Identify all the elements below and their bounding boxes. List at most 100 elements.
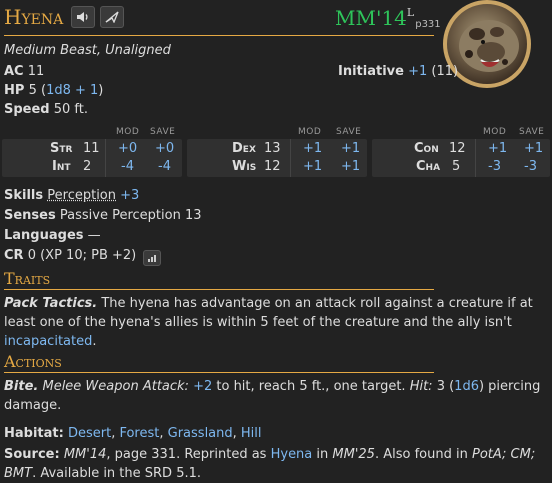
action-text: to hit, reach 5 ft., one target. [212, 379, 410, 394]
ability-score-wis: 12 [264, 159, 281, 174]
mod-header: MOD [116, 127, 140, 137]
trait-pack-tactics: Pack Tactics. The hyena has advantage on… [4, 294, 544, 351]
actions-heading: Actions [4, 352, 62, 371]
ability-name-wis: Wis [232, 159, 257, 174]
hyena-portrait-image [459, 20, 519, 72]
speed-value: 50 ft. [53, 102, 89, 117]
ability-save-wis[interactable]: +1 [341, 159, 360, 174]
ability-score-int: 2 [83, 159, 92, 174]
ability-name-dex: Dex [232, 141, 256, 156]
ability-score-str: 11 [83, 141, 100, 156]
creature-type: Medium Beast, Unaligned [4, 43, 171, 58]
damage-text: 3 ( [432, 379, 455, 394]
ability-mod-str[interactable]: +0 [118, 141, 137, 156]
initiative-score: (11) [431, 64, 459, 79]
initiative: Initiative +1 (11) [338, 64, 458, 79]
senses-value: Passive Perception 13 [59, 208, 202, 223]
languages-label: Languages [4, 228, 84, 243]
ability-score-dex: 13 [264, 141, 281, 156]
divider [105, 139, 106, 177]
divider [475, 139, 476, 177]
source-book-2: MM'25 [332, 447, 375, 462]
damage-roll[interactable]: 1d6 [454, 379, 479, 394]
hp-label: HP [4, 83, 25, 98]
ability-save-str[interactable]: +0 [155, 141, 174, 156]
habitat-label: Habitat: [4, 426, 64, 441]
save-header: SAVE [336, 127, 362, 137]
source-text: in [312, 447, 333, 462]
save-header: SAVE [150, 127, 176, 137]
hit-points: HP 5 (1d8 + 1) [4, 83, 104, 98]
skill-perception-roll[interactable]: +3 [120, 188, 139, 203]
initiative-roll[interactable]: +1 [408, 64, 427, 79]
ability-name-str: Str [50, 141, 73, 156]
habitat: Habitat: Desert, Forest, Grassland, Hill [4, 426, 262, 441]
trait-text-end: . [92, 334, 97, 349]
ability-save-dex[interactable]: +1 [341, 141, 360, 156]
habitat-link-desert[interactable]: Desert [68, 426, 111, 441]
senses-label: Senses [4, 208, 56, 223]
speed: Speed 50 ft. [4, 102, 88, 117]
hp-value: 5 [28, 83, 37, 98]
languages-value: — [87, 228, 101, 243]
play-sound-button[interactable] [71, 6, 95, 28]
mod-header: MOD [483, 127, 507, 137]
ability-save-con[interactable]: +1 [524, 141, 543, 156]
ac-label: AC [4, 64, 24, 79]
ability-mod-wis[interactable]: +1 [303, 159, 322, 174]
traits-divider [4, 289, 434, 290]
send-icon [105, 11, 119, 23]
mod-header: MOD [298, 127, 322, 137]
reprint-link-hyena[interactable]: Hyena [271, 447, 313, 462]
speed-label: Speed [4, 102, 50, 117]
source-book: MM'14 [63, 447, 107, 462]
ability-mod-dex[interactable]: +1 [303, 141, 322, 156]
attack-type: Melee Weapon Attack: [38, 379, 189, 394]
cr-label: CR [4, 248, 24, 263]
hp-dice-roll[interactable]: 1d8 + 1 [46, 83, 98, 98]
skills: Skills Perception +3 [4, 188, 139, 203]
ac-value: 11 [27, 64, 45, 79]
ability-mod-con[interactable]: +1 [488, 141, 507, 156]
action-name: Bite. [4, 379, 39, 394]
speaker-icon [77, 12, 88, 22]
actions-divider [4, 372, 434, 373]
source-page: p331 [415, 19, 441, 30]
trait-name: Pack Tactics. [4, 296, 98, 311]
skill-perception[interactable]: Perception [47, 188, 116, 203]
save-header: SAVE [519, 127, 545, 137]
attack-roll[interactable]: +2 [193, 379, 212, 394]
armor-class: AC 11 [4, 64, 44, 79]
bar-chart-icon[interactable] [143, 250, 162, 266]
source-info: Source: MM'14, page 331. Reprinted as Hy… [4, 445, 544, 483]
source-text: , page 331. Reprinted as [106, 447, 271, 462]
habitat-link-hill[interactable]: Hill [241, 426, 262, 441]
action-bite: Bite. Melee Weapon Attack: +2 to hit, re… [4, 377, 544, 415]
ability-mod-int[interactable]: -4 [121, 159, 134, 174]
source-badge[interactable]: MM'14Lp331 [335, 6, 441, 30]
creature-name: Hyena [4, 5, 64, 29]
header-divider [4, 35, 434, 36]
source-name[interactable]: MM'14 [335, 6, 407, 30]
ability-name-con: Con [414, 141, 439, 156]
traits-heading: Traits [4, 269, 51, 288]
share-button[interactable] [100, 6, 124, 28]
ability-score-con: 12 [449, 141, 466, 156]
skills-label: Skills [4, 188, 44, 203]
ability-save-cha[interactable]: -3 [524, 159, 537, 174]
hit-label: Hit: [409, 379, 433, 394]
divider [290, 139, 291, 177]
challenge-rating: CR 0 (XP 10; PB +2) [4, 248, 162, 266]
condition-link-incapacitated[interactable]: incapacitated [4, 334, 92, 349]
ability-mod-cha[interactable]: -3 [488, 159, 501, 174]
habitat-link-forest[interactable]: Forest [119, 426, 159, 441]
senses: Senses Passive Perception 13 [4, 208, 202, 223]
ability-score-cha: 5 [452, 159, 461, 174]
cr-value: 0 (XP 10; PB +2) [27, 248, 137, 263]
habitat-link-grassland[interactable]: Grassland [168, 426, 233, 441]
ability-save-int[interactable]: -4 [158, 159, 171, 174]
source-text: . Available in the SRD 5.1. [32, 466, 202, 481]
languages: Languages — [4, 228, 101, 243]
ability-name-cha: Cha [416, 159, 441, 174]
ability-name-int: Int [52, 159, 71, 174]
